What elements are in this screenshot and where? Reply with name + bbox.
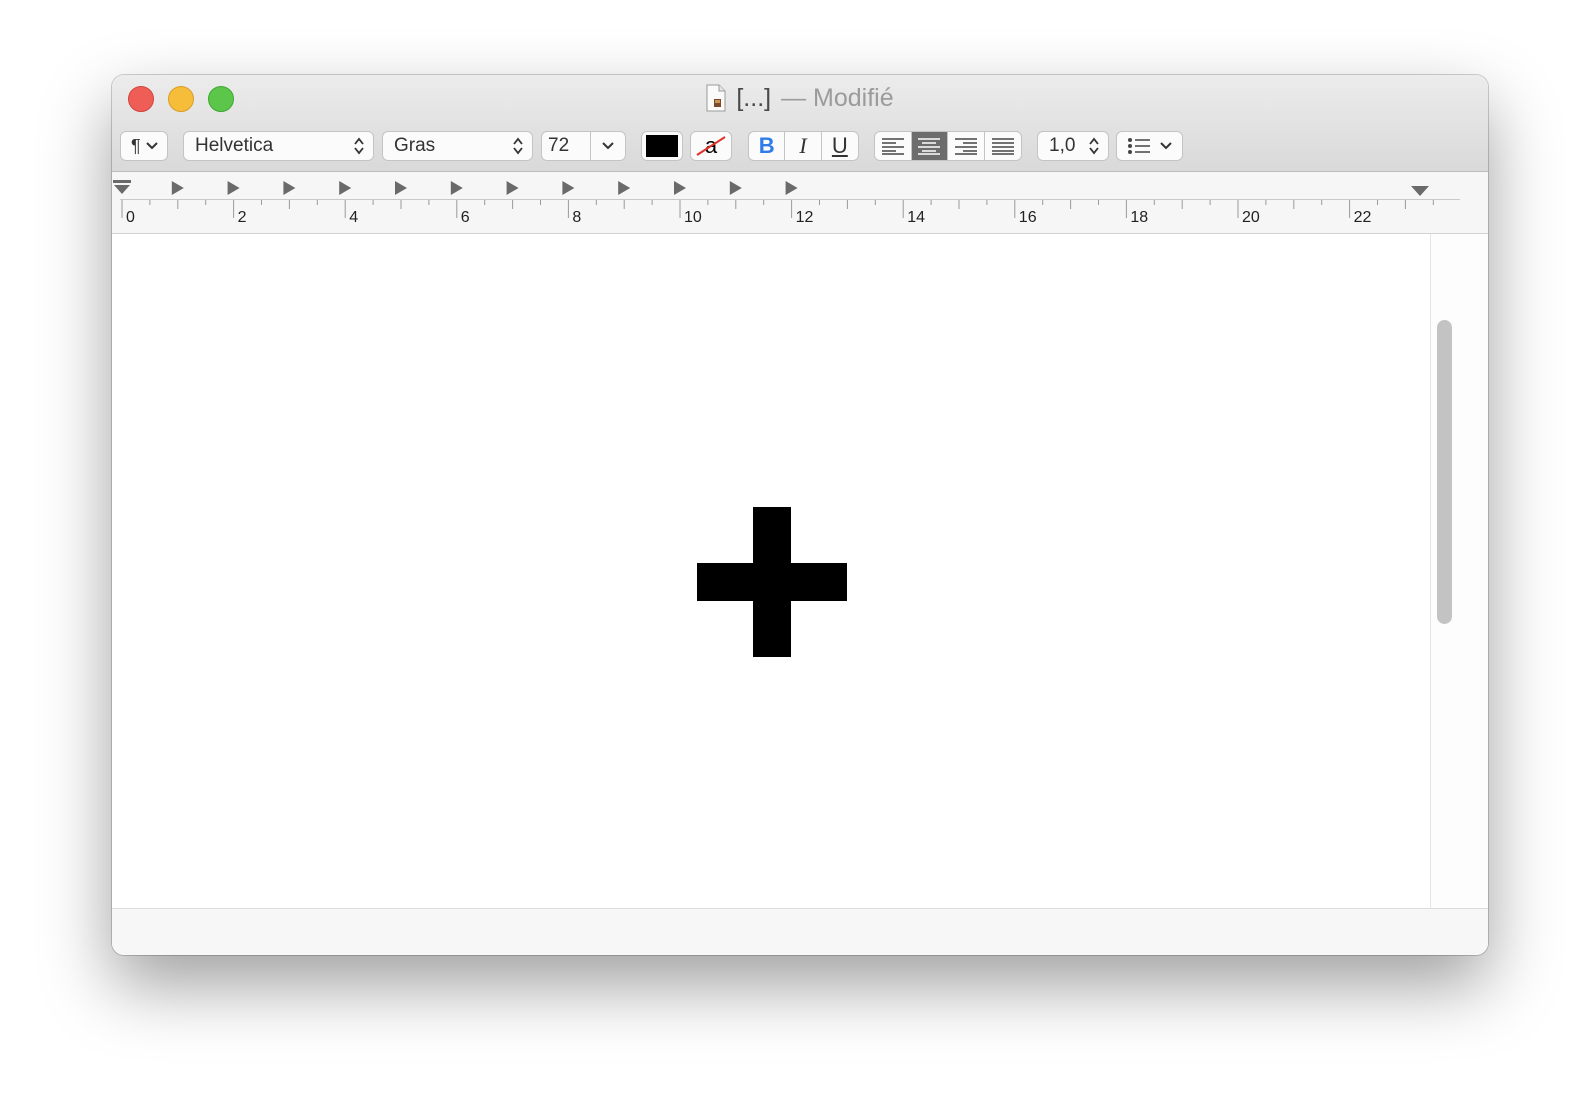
list-bullets-icon [1127, 138, 1150, 154]
font-size-dropdown[interactable] [591, 141, 625, 151]
ruler-label: 2 [237, 209, 247, 226]
ruler-label: 10 [684, 209, 702, 226]
line-spacing-popup[interactable]: 1,0 [1037, 131, 1109, 161]
font-size-combo[interactable]: 72 [541, 131, 626, 161]
tab-stop-marker[interactable] [618, 181, 631, 195]
bold-button[interactable]: B [749, 132, 786, 160]
ruler-label: 20 [1242, 209, 1260, 226]
tab-stop-marker[interactable] [785, 181, 798, 195]
title-bar: [...] — Modifié ¶ Helvetica Gras 72 B I … [112, 75, 1488, 172]
updown-arrows-icon [354, 137, 364, 155]
ruler[interactable]: 0 2 4 6 8 10 12 14 16 18 20 22 [112, 172, 1488, 234]
italic-button[interactable]: I [785, 132, 822, 160]
ruler-label: 14 [907, 209, 925, 226]
italic-label: I [799, 133, 807, 158]
tab-stop-marker[interactable] [227, 181, 240, 195]
bottom-strip [112, 908, 1488, 955]
align-left-button[interactable] [875, 132, 912, 160]
tab-stop-marker[interactable] [674, 181, 686, 195]
tab-stop-marker[interactable] [339, 181, 352, 195]
tab-stop-marker[interactable] [562, 181, 575, 195]
tab-stop-marker[interactable] [729, 181, 742, 195]
font-size-field[interactable]: 72 [542, 135, 590, 157]
text-area[interactable]: + [112, 234, 1430, 908]
ruler-label: 8 [572, 209, 582, 226]
justify-icon [991, 138, 1014, 155]
bold-label: B [758, 133, 775, 158]
updown-arrows-icon [513, 137, 523, 155]
tab-stop-marker[interactable] [395, 181, 407, 195]
align-right-button[interactable] [948, 132, 985, 160]
document-icon [706, 84, 726, 112]
font-style-value: Gras [394, 135, 436, 156]
font-family-value: Helvetica [195, 135, 274, 156]
ruler-label: 6 [460, 209, 470, 226]
updown-arrows-icon [1089, 137, 1099, 155]
ruler-label: 22 [1353, 209, 1372, 226]
underline-label: U [831, 133, 848, 158]
align-center-button[interactable] [911, 132, 948, 160]
textedit-window: [...] — Modifié ¶ Helvetica Gras 72 B I … [112, 75, 1488, 955]
underline-button[interactable]: U [822, 132, 858, 160]
ruler-label: 4 [349, 209, 359, 226]
text-color-swatch [646, 135, 678, 157]
font-family-popup[interactable]: Helvetica [183, 131, 374, 161]
right-margin-marker[interactable] [1411, 186, 1429, 196]
chevron-down-icon [145, 142, 158, 150]
align-center-icon [918, 138, 941, 155]
document-name: [...] [736, 83, 772, 112]
ruler-label: 0 [126, 209, 135, 226]
text-style-segment: B I U [748, 131, 859, 161]
font-style-popup[interactable]: Gras [382, 131, 533, 161]
paragraph-styles-button[interactable]: ¶ [120, 131, 168, 161]
tab-stop-marker[interactable] [450, 181, 463, 195]
tab-stop-marker[interactable] [283, 181, 296, 195]
tab-stop-marker[interactable] [506, 181, 519, 195]
pilcrow-icon: ¶ [131, 135, 141, 156]
list-bullets-popup[interactable] [1116, 131, 1183, 161]
text-color-button[interactable] [641, 131, 683, 161]
document-plus-glyph [697, 507, 847, 657]
no-color-slash-icon [696, 136, 726, 156]
chevron-down-icon [1159, 142, 1172, 150]
vertical-scrollbar-thumb[interactable] [1437, 320, 1452, 624]
ruler-label: 18 [1130, 209, 1149, 226]
window-title: [...] — Modifié [112, 81, 1488, 115]
document-status: — Modifié [781, 83, 894, 112]
ruler-label: 16 [1018, 209, 1037, 226]
align-left-icon [881, 138, 904, 155]
tab-stop-marker[interactable] [171, 181, 184, 195]
line-spacing-value: 1,0 [1049, 135, 1076, 156]
left-indent-marker[interactable] [113, 180, 131, 194]
alignment-segment [874, 131, 1022, 161]
highlight-color-button[interactable]: a [690, 131, 732, 161]
ruler-label: 12 [795, 209, 814, 226]
chevron-down-icon [602, 142, 614, 150]
align-right-icon [954, 138, 977, 155]
justify-button[interactable] [985, 132, 1021, 160]
